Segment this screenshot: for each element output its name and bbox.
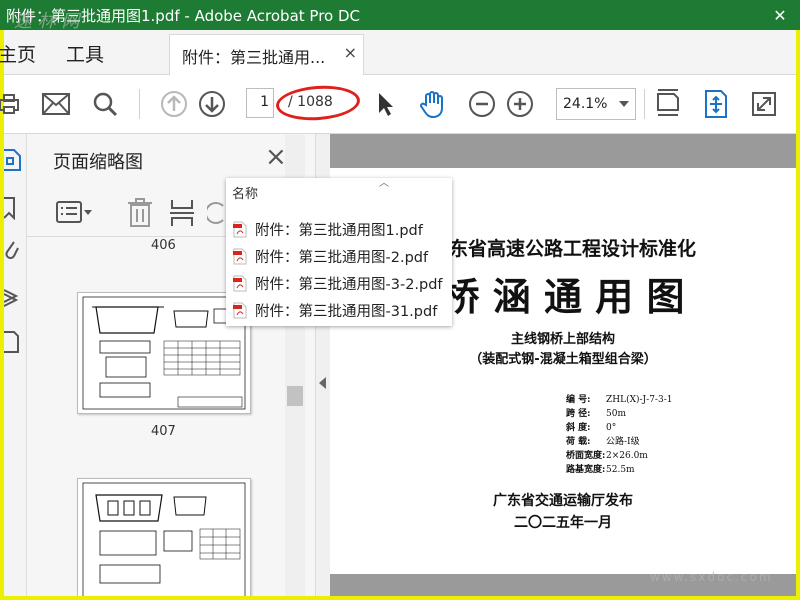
search-icon[interactable]: [90, 88, 120, 120]
file-item[interactable]: 附件：第三批通用图1.pdf: [233, 218, 423, 240]
spec-row: 跨 径: 50m: [566, 409, 626, 419]
options-menu-icon[interactable]: [55, 200, 95, 230]
toolbar-separator: [139, 89, 140, 119]
pdf-file-icon: [233, 275, 247, 291]
zoom-level-select[interactable]: 24.1%: [556, 88, 636, 120]
pdf-file-icon: [233, 248, 247, 264]
document-tab-label: 附件：第三批通用...: [182, 48, 326, 67]
document-tab[interactable]: 附件：第三批通用... ×: [169, 34, 364, 75]
pdf-file-icon: [233, 221, 247, 237]
hand-tool-icon[interactable]: [416, 88, 450, 120]
previous-page-icon[interactable]: [158, 88, 190, 120]
spec-row: 编 号: ZHL(X)-J-7-3-1: [566, 395, 673, 405]
delete-page-icon[interactable]: [127, 198, 153, 232]
home-tab[interactable]: 主页: [0, 40, 36, 67]
file-item[interactable]: 附件：第三批通用图-31.pdf: [233, 299, 437, 321]
scroll-mode-icon[interactable]: [702, 88, 730, 120]
page-thumbnails-icon[interactable]: [4, 148, 22, 176]
doc-publisher: 广东省交通运输厅发布: [493, 493, 633, 509]
scrollbar-thumb[interactable]: [287, 386, 303, 406]
layers-icon[interactable]: [3, 284, 20, 312]
chevron-up-icon: ︿: [379, 178, 389, 189]
tools-tab[interactable]: 工具: [66, 40, 104, 67]
close-panel-icon[interactable]: ×: [265, 142, 287, 172]
close-tab-icon[interactable]: ×: [344, 43, 357, 62]
file-item[interactable]: 附件：第三批通用图-2.pdf: [233, 245, 428, 267]
file-item[interactable]: 附件：第三批通用图-3-2.pdf: [233, 272, 443, 294]
next-page-icon[interactable]: [196, 88, 228, 120]
spec-row: 路基宽度:52.5m: [566, 465, 635, 475]
red-highlight-annotation: [274, 83, 362, 123]
doc-subtitle: 主线钢桥上部结构: [510, 332, 615, 347]
thumbnail-page[interactable]: [77, 478, 251, 596]
rotate-page-icon[interactable]: [204, 200, 225, 230]
file-list-popup: ︿ 名称 附件：第三批通用图1.pdf 附件：第三批通用图-2.pdf 附件：第…: [226, 178, 452, 326]
popup-header: 名称: [232, 187, 259, 202]
zoom-level-value: 24.1%: [563, 96, 608, 112]
zoom-in-icon[interactable]: [504, 88, 536, 120]
print-icon[interactable]: [0, 88, 20, 120]
zoom-out-icon[interactable]: [466, 88, 498, 120]
thumbnail-page-number: 406: [151, 238, 176, 253]
pdf-file-icon: [233, 302, 247, 318]
main-toolbar: 1 / 1088 24.1%: [0, 75, 796, 134]
bookmark-icon[interactable]: [3, 196, 18, 224]
close-window-button[interactable]: ✕: [760, 0, 800, 30]
select-cursor-icon[interactable]: [374, 88, 398, 120]
document-properties-icon[interactable]: [4, 330, 20, 358]
spec-row: 桥面宽度:2×26.0m: [566, 451, 648, 461]
title-bar: 附件：第三批通用图1.pdf - Adobe Acrobat Pro DC 速 …: [0, 0, 800, 32]
corner-watermark: www.sxdoc.com: [650, 570, 773, 584]
chevron-down-icon: [619, 101, 629, 107]
insert-page-icon[interactable]: [169, 198, 195, 232]
doc-subtitle: （装配式钢-混凝土箱型组合梁）: [469, 352, 657, 367]
collapse-arrow-icon: [319, 377, 326, 389]
page-number-input[interactable]: 1: [246, 88, 274, 118]
full-screen-icon[interactable]: [750, 88, 778, 120]
attachment-icon[interactable]: [4, 238, 20, 268]
spec-row: 斜 度: 0°: [566, 423, 617, 433]
spec-row: 荷 载: 公路-Ⅰ级: [566, 437, 640, 447]
email-icon[interactable]: [40, 88, 72, 120]
menu-tab-bar: 主页 工具 附件：第三批通用... ×: [0, 30, 796, 75]
doc-date: 二〇二五年一月: [514, 515, 612, 531]
fit-page-icon[interactable]: [654, 88, 682, 120]
thumbnail-page[interactable]: [77, 292, 251, 414]
panel-title: 页面缩略图: [53, 152, 143, 173]
navigation-rail: [3, 134, 27, 596]
thumbnail-page-number: 407: [151, 424, 176, 439]
toolbar-separator: [644, 89, 645, 119]
